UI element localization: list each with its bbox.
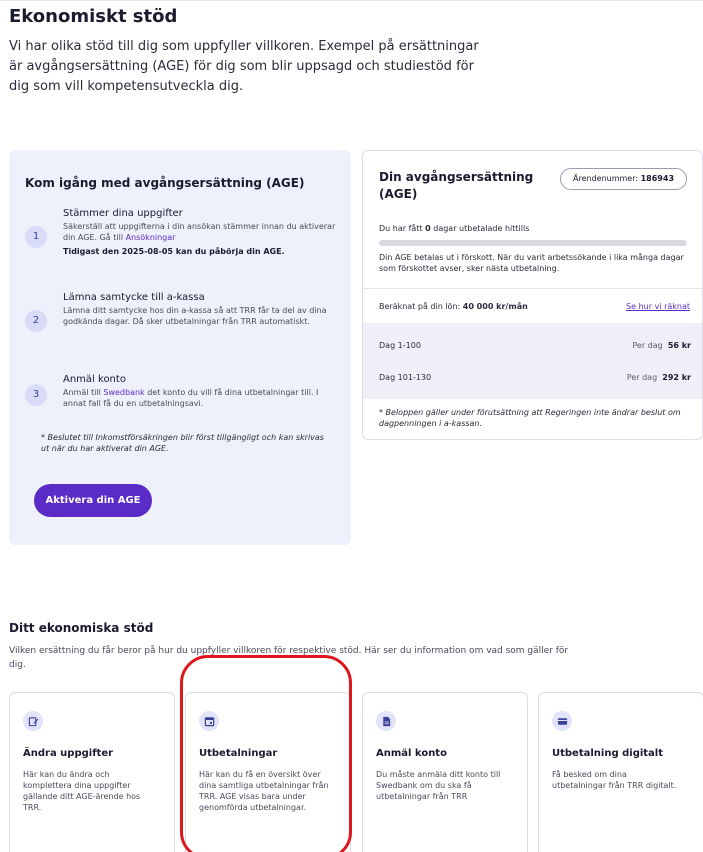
top-divider <box>0 0 703 1</box>
step-1-body: Stämmer dina uppgifter Säkerställ att up… <box>63 208 343 256</box>
getting-started-footnote: * Beslutet till Inkomstförsäkringen blir… <box>41 433 324 453</box>
getting-started-card: Kom igång med avgångsersättning (AGE) 1 … <box>9 150 351 545</box>
rate-row-1-label: Dag 1-100 <box>379 341 421 350</box>
step-2-body: Lämna samtycke till a-kassa Lämna ditt s… <box>63 292 343 327</box>
rate-row-2-label: Dag 101-130 <box>379 373 432 382</box>
tile-register-account-title: Anmäl konto <box>376 748 447 759</box>
step-3-desc: Anmäl till Swedbank det konto du vill få… <box>63 388 319 408</box>
edit-document-icon <box>23 711 43 731</box>
page-intro: Vi har olika stöd till dig som uppfyller… <box>9 39 479 94</box>
document-icon <box>376 711 396 731</box>
case-number-badge: Ärendenummer: 186943 <box>560 168 687 190</box>
step-number-2: 2 <box>25 310 47 332</box>
step-2-desc: Lämna ditt samtycke hos din a-kassa så a… <box>63 306 327 326</box>
financial-support-desc: Vilken ersättning du får beror på hur du… <box>9 646 569 670</box>
step-1-start-date: Tidigast den 2025-08-05 kan du påbörja d… <box>63 247 285 256</box>
step-3-title: Anmäl konto <box>63 374 126 385</box>
applications-link[interactable]: Ansökningar <box>126 233 176 242</box>
severance-title: Din avgångsersättning (AGE) <box>379 170 534 201</box>
tile-change-details[interactable]: Ändra uppgifter Här kan du ändra och kom… <box>9 692 175 852</box>
tile-register-account-desc: Du måste anmäla ditt konto till Swedbank… <box>376 770 501 801</box>
step-number-1: 1 <box>25 226 47 248</box>
payout-progress-bar <box>379 240 687 246</box>
step-3-body: Anmäl konto Anmäl till Swedbank det kont… <box>63 374 343 409</box>
step-1-desc: Säkerställ att uppgifterna i din ansökan… <box>63 222 336 242</box>
tile-payments[interactable]: Utbetalningar Här kan du få en översikt … <box>185 692 351 852</box>
tile-digital-payment[interactable]: Utbetalning digitalt Få besked om dina u… <box>538 692 703 852</box>
swedbank-link[interactable]: Swedbank <box>103 388 144 397</box>
step-1-title: Stämmer dina uppgifter <box>63 208 183 219</box>
getting-started-title: Kom igång med avgångsersättning (AGE) <box>25 176 305 190</box>
card-icon <box>552 711 572 731</box>
severance-footnote: * Beloppen gäller under förutsättning at… <box>379 408 681 428</box>
activate-age-button[interactable]: Aktivera din AGE <box>34 484 152 517</box>
daily-rates: Dag 1-100 Per dag 56 kr Dag 101-130 Per … <box>363 323 702 399</box>
paid-days-text: Du har fått 0 dagar utbetalade hittills <box>379 224 530 233</box>
tile-change-details-title: Ändra uppgifter <box>23 748 114 759</box>
rate-row-2-value: Per dag 292 kr <box>626 373 691 382</box>
case-number: 186943 <box>640 174 675 183</box>
salary-basis: Beräknat på din lön: 40 000 kr/mån <box>379 302 528 311</box>
advance-payment-info: Din AGE betalas ut i förskott. När du va… <box>379 253 684 273</box>
calculation-link[interactable]: Se hur vi räknat <box>626 302 690 311</box>
tile-change-details-desc: Här kan du ändra och komplettera dina up… <box>23 770 141 812</box>
tile-payments-desc: Här kan du få en översikt över dina samt… <box>199 770 329 812</box>
tile-digital-payment-title: Utbetalning digitalt <box>552 748 664 759</box>
page-title: Ekonomiskt stöd <box>9 6 178 27</box>
rate-row-1-value: Per dag 56 kr <box>632 341 691 350</box>
tile-register-account[interactable]: Anmäl konto Du måste anmäla ditt konto t… <box>362 692 528 852</box>
severance-card: Din avgångsersättning (AGE) Ärendenummer… <box>362 150 703 440</box>
financial-support-title: Ditt ekonomiska stöd <box>9 621 154 635</box>
tile-digital-payment-desc: Få besked om dina utbetalningar från TRR… <box>552 770 677 790</box>
severance-divider <box>363 288 702 289</box>
step-2-title: Lämna samtycke till a-kassa <box>63 292 205 303</box>
salary-value: 40 000 kr/mån <box>462 302 528 311</box>
tile-payments-title: Utbetalningar <box>199 748 278 759</box>
calendar-icon <box>199 711 219 731</box>
step-number-3: 3 <box>25 384 47 406</box>
